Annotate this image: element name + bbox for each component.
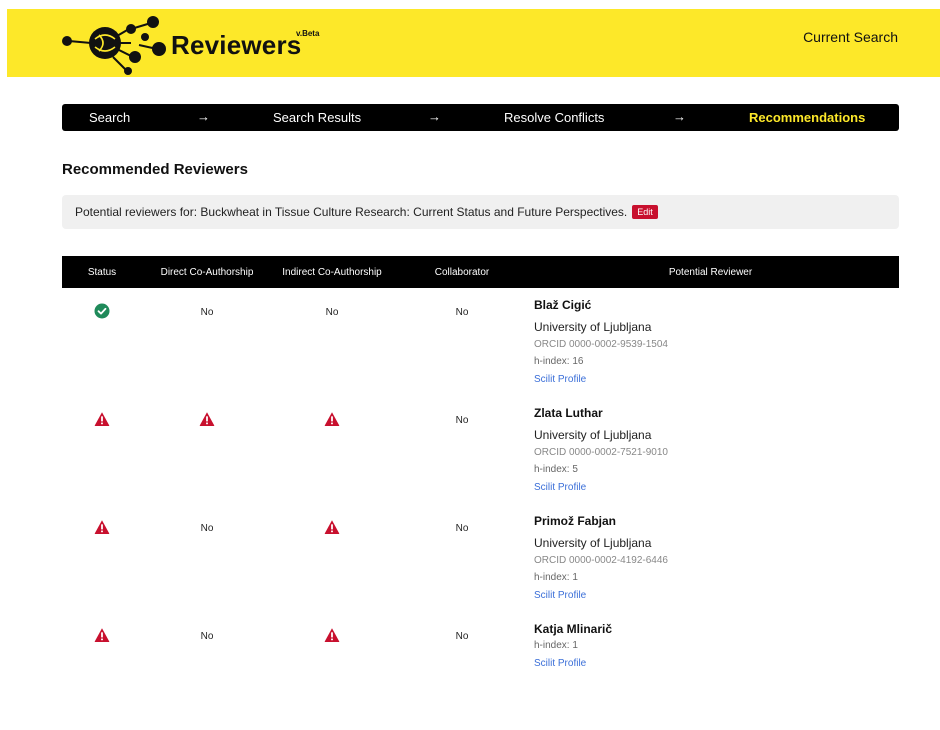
direct-coauthorship-cell: No [200,631,214,642]
indirect-coauthorship-cell: No [325,307,339,318]
current-search-link[interactable]: Current Search [803,29,898,45]
table-row: No No No Blaž Cigić University of Ljubljana O… [62,298,899,406]
status-cell [62,627,142,646]
col-collaborator: Collaborator [434,267,490,278]
table-header: Status Direct Co-Authorship Indirect Co-… [62,256,899,288]
app-title: Reviewers [171,30,302,60]
reviewer-orcid: ORCID 0000-0002-7521-9010 [534,447,668,458]
warning-icon [199,412,215,430]
indirect-coauthorship-cell [272,519,392,538]
reviewer-name: Blaž Cigić [534,298,592,312]
scilit-profile-link[interactable]: Scilit Profile [534,374,586,385]
reviewer-name: Zlata Luthar [534,406,603,420]
table-row: No Zlata Luthar University of Ljubljana ORC… [62,406,899,514]
collaborator-cell: No [455,307,469,318]
reviewer-hindex: h-index: 5 [534,464,578,475]
col-indirect-coauthorship: Indirect Co-Authorship [282,267,382,278]
col-status: Status [87,267,117,278]
collaborator-cell: No [455,523,469,534]
direct-coauthorship-cell [142,411,272,430]
table-row: No No Katja Mlinarič h-index: 1 Scilit Profi… [62,622,899,730]
logo[interactable]: Reviewers v.Beta [61,13,331,75]
warning-icon [94,520,110,538]
step-resolve-conflicts[interactable]: Resolve Conflicts [504,110,604,125]
edit-button[interactable]: Edit [632,205,658,219]
scilit-profile-link[interactable]: Scilit Profile [534,658,586,669]
reviewer-hindex: h-index: 1 [534,572,578,583]
warning-icon [324,520,340,538]
check-icon [94,303,110,322]
version-label: v.Beta [296,29,320,38]
status-cell [62,303,142,322]
network-logo-icon [62,16,166,75]
warning-icon [324,412,340,430]
arrow-icon: → [197,109,210,124]
warning-icon [324,628,340,646]
indirect-coauthorship-cell [272,411,392,430]
reviewer-orcid: ORCID 0000-0002-9539-1504 [534,339,668,350]
reviewer-affiliation: University of Ljubljana [534,536,652,550]
progress-steps: Search → Search Results → Resolve Confli… [62,104,899,131]
page-title: Recommended Reviewers [62,161,248,178]
direct-coauthorship-cell: No [200,523,214,534]
step-search-results[interactable]: Search Results [273,110,361,125]
col-potential-reviewer: Potential Reviewer [668,267,753,278]
arrow-icon: → [673,109,686,124]
collaborator-cell: No [455,415,469,426]
step-recommendations[interactable]: Recommendations [749,110,865,125]
reviewer-name: Katja Mlinarič [534,622,613,636]
direct-coauthorship-cell: No [200,307,214,318]
reviewer-hindex: h-index: 16 [534,356,584,367]
info-box: Potential reviewers for: Buckwheat in Ti… [62,195,899,229]
step-search[interactable]: Search [89,110,130,125]
warning-icon [94,628,110,646]
collaborator-cell: No [455,631,469,642]
status-cell [62,519,142,538]
info-text: Potential reviewers for: Buckwheat in Ti… [75,205,628,219]
col-direct-coauthorship: Direct Co-Authorship [160,267,254,278]
indirect-coauthorship-cell [272,627,392,646]
app-header: Reviewers v.Beta Current Search [7,9,940,77]
arrow-icon: → [428,109,441,124]
reviewer-name: Primož Fabjan [534,514,617,528]
table-row: No No Primož Fabjan University of Ljubljana… [62,514,899,622]
scilit-profile-link[interactable]: Scilit Profile [534,590,586,601]
scilit-profile-link[interactable]: Scilit Profile [534,482,586,493]
reviewer-hindex: h-index: 1 [534,640,578,651]
warning-icon [94,412,110,430]
reviewer-orcid: ORCID 0000-0002-4192-6446 [534,555,668,566]
reviewer-affiliation: University of Ljubljana [534,428,652,442]
reviewer-affiliation: University of Ljubljana [534,320,652,334]
status-cell [62,411,142,430]
